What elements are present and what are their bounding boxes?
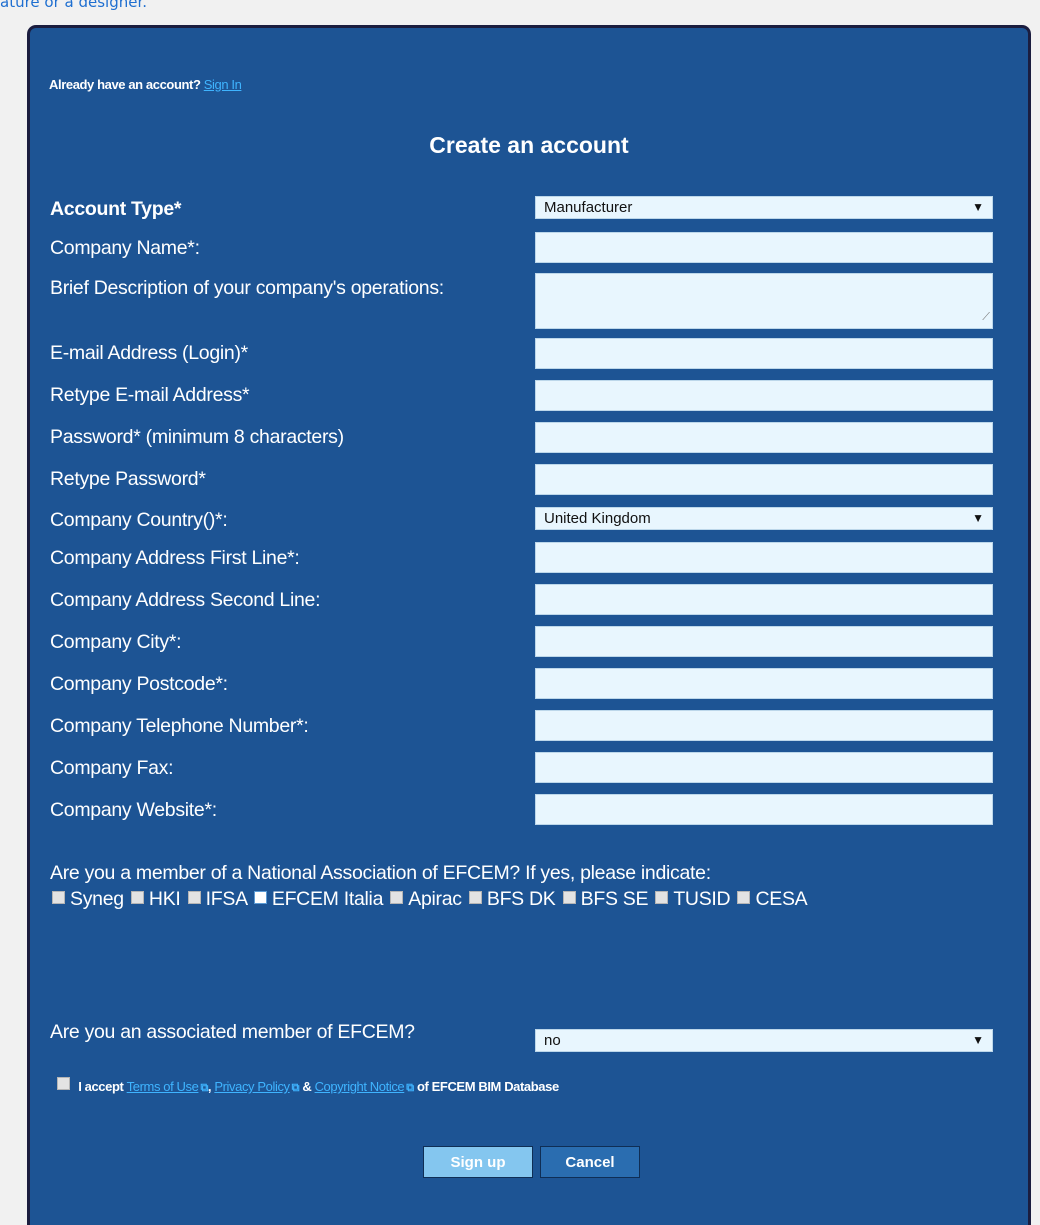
account-type-select[interactable]: Manufacturer ▼ [535, 196, 993, 219]
membership-option-label: Apirac [408, 888, 462, 910]
cancel-button[interactable]: Cancel [540, 1146, 640, 1178]
email-retype-label: Retype E-mail Address* [50, 384, 250, 406]
external-link-icon: ⧉ [406, 1082, 414, 1094]
associated-member-select[interactable]: no ▼ [535, 1029, 993, 1052]
checkbox[interactable] [737, 891, 751, 904]
resize-grip-icon[interactable]: ⟋ [982, 308, 990, 327]
external-link-icon: ⧉ [291, 1082, 300, 1094]
checkbox[interactable] [52, 891, 65, 904]
terms-separator: , [207, 1079, 212, 1094]
chevron-down-icon: ▼ [972, 511, 984, 525]
website-input[interactable] [535, 794, 993, 825]
email-input[interactable] [535, 338, 993, 369]
email-retype-input[interactable] [535, 380, 993, 411]
telephone-input[interactable] [535, 710, 993, 741]
checkbox[interactable] [253, 891, 267, 904]
checkbox[interactable] [468, 891, 482, 904]
postcode-label: Company Postcode*: [50, 673, 228, 695]
address2-input[interactable] [535, 584, 993, 615]
checkbox[interactable] [187, 891, 201, 904]
terms-prefix: I accept [78, 1079, 124, 1094]
membership-option[interactable]: Apirac [388, 888, 462, 910]
fax-input[interactable] [535, 752, 993, 783]
account-type-label: Account Type* [50, 198, 182, 220]
membership-option-label: TUSID [673, 888, 731, 910]
checkbox[interactable] [390, 891, 404, 904]
company-name-label: Company Name*: [50, 237, 200, 259]
page-title: Create an account [429, 132, 629, 158]
email-label: E-mail Address (Login)* [50, 342, 248, 364]
checkbox[interactable] [562, 891, 576, 904]
terms-suffix: of EFCEM BIM Database [416, 1079, 559, 1094]
fax-label: Company Fax: [50, 757, 174, 779]
checkbox[interactable] [130, 891, 144, 904]
membership-option-label: IFSA [205, 888, 247, 910]
membership-option-label: EFCEM Italia [271, 888, 384, 910]
membership-option[interactable]: BFS SE [561, 888, 649, 910]
terms-acceptance: I accept Terms of Use ⧉, Privacy Policy ⧉ … [55, 1077, 559, 1095]
address1-label: Company Address First Line*: [50, 547, 300, 569]
signin-prompt-text: Already have an account? [49, 77, 201, 92]
copyright-notice-link[interactable]: Copyright Notice [315, 1079, 405, 1094]
account-type-value: Manufacturer [544, 199, 633, 216]
country-label: Company Country()*: [50, 509, 228, 531]
membership-option-label: BFS DK [486, 888, 556, 910]
chevron-down-icon: ▼ [972, 200, 984, 214]
membership-option[interactable]: IFSA [186, 888, 247, 910]
password-retype-label: Retype Password* [50, 468, 206, 490]
city-label: Company City*: [50, 631, 182, 653]
address2-label: Company Address Second Line: [50, 589, 321, 611]
membership-option-label: CESA [755, 888, 808, 910]
privacy-policy-link[interactable]: Privacy Policy [214, 1079, 290, 1094]
membership-option[interactable]: EFCEM Italia [252, 888, 383, 910]
signin-link[interactable]: Sign In [204, 77, 242, 92]
terms-ampersand: & [302, 1079, 312, 1094]
sign-up-button[interactable]: Sign up [423, 1146, 533, 1178]
country-select[interactable]: United Kingdom ▼ [535, 507, 993, 530]
telephone-label: Company Telephone Number*: [50, 715, 309, 737]
website-label: Company Website*: [50, 799, 217, 821]
terms-checkbox[interactable] [57, 1077, 70, 1090]
signup-form-panel: Already have an account? Sign In Create … [27, 25, 1031, 1225]
description-label: Brief Description of your company's oper… [50, 277, 444, 299]
terms-of-use-link[interactable]: Terms of Use [127, 1079, 199, 1094]
checkbox[interactable] [655, 891, 669, 904]
password-label: Password* (minimum 8 characters) [50, 426, 344, 448]
membership-option[interactable]: Syneg [50, 888, 124, 910]
page-snippet-text: ature or a designer. [0, 0, 148, 11]
password-input[interactable] [535, 422, 993, 453]
membership-option[interactable]: TUSID [653, 888, 731, 910]
external-link-icon: ⧉ [200, 1082, 208, 1094]
membership-option[interactable]: HKI [129, 888, 181, 910]
membership-question: Are you a member of a National Associati… [50, 862, 711, 884]
password-retype-input[interactable] [535, 464, 993, 495]
membership-option[interactable]: CESA [735, 888, 808, 910]
description-textarea[interactable]: ⟋ [535, 273, 993, 329]
city-input[interactable] [535, 626, 993, 657]
address1-input[interactable] [535, 542, 993, 573]
associated-member-value: no [544, 1032, 561, 1049]
membership-option[interactable]: BFS DK [467, 888, 556, 910]
associated-member-label: Are you an associated member of EFCEM? [50, 1021, 415, 1043]
membership-options: Syneg HKI IFSA EFCEM Italia Apirac BFS D… [50, 887, 1010, 912]
company-name-input[interactable] [535, 232, 993, 263]
membership-option-label: BFS SE [580, 888, 649, 910]
postcode-input[interactable] [535, 668, 993, 699]
signin-prompt: Already have an account? Sign In [49, 77, 242, 92]
country-value: United Kingdom [544, 510, 651, 527]
membership-option-label: Syneg [70, 888, 124, 910]
membership-option-label: HKI [148, 888, 181, 910]
chevron-down-icon: ▼ [972, 1033, 984, 1047]
